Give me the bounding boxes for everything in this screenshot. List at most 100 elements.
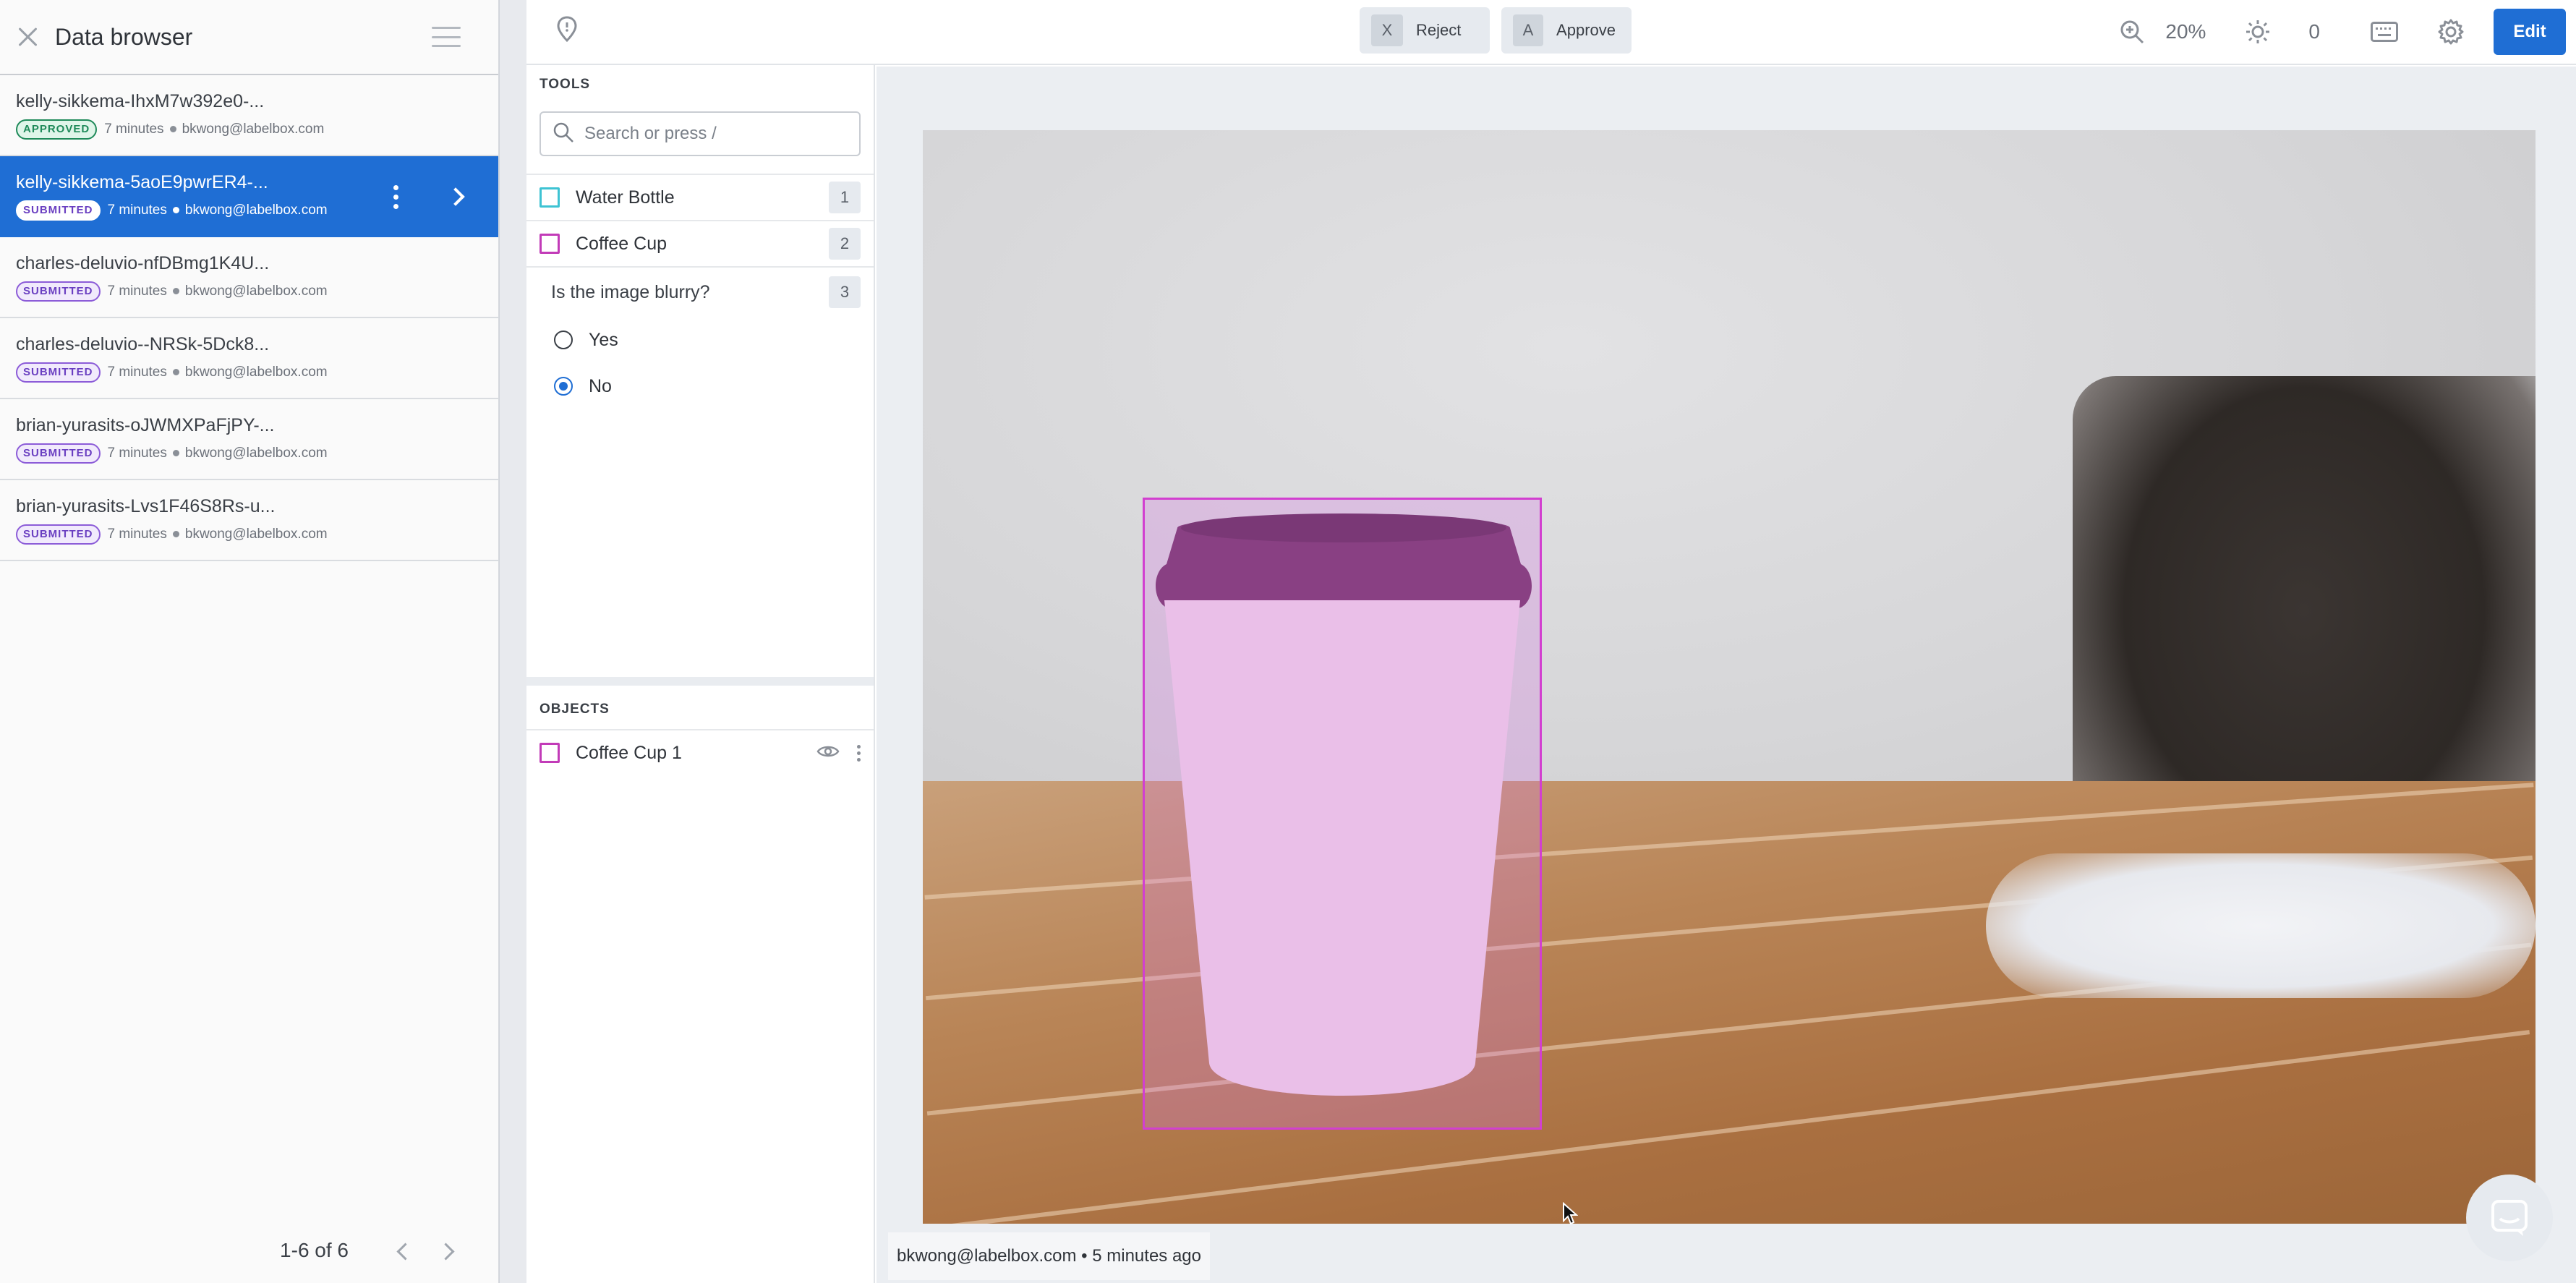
approve-button[interactable]: A Approve — [1501, 7, 1632, 54]
status-badge: SUBMITTED — [16, 443, 101, 464]
panel-divider — [526, 677, 874, 686]
eye-icon[interactable] — [816, 743, 840, 763]
row-time: 7 minutes — [107, 283, 167, 299]
list-item[interactable]: brian-yurasits-oJWMXPaFjPY-... SUBMITTED… — [0, 399, 498, 480]
row-time: 7 minutes — [104, 121, 164, 137]
tools-section-label: TOOLS — [539, 77, 591, 92]
sidebar-divider — [499, 0, 526, 1283]
approve-hotkey: A — [1513, 14, 1544, 46]
classification-question: Is the image blurry? 3 — [526, 266, 874, 317]
row-user: bkwong@labelbox.com — [184, 283, 328, 299]
tool-hotkey: 2 — [829, 228, 861, 260]
row-name: charles-deluvio--NRSk-5Dck8... — [16, 333, 270, 354]
keyboard-icon[interactable] — [2371, 22, 2398, 42]
search-input[interactable] — [584, 124, 845, 144]
image-canvas[interactable] — [877, 67, 2576, 1283]
row-name: kelly-sikkema-IhxM7w392e0-... — [16, 90, 265, 111]
row-user: bkwong@labelbox.com — [184, 364, 328, 380]
status-badge: SUBMITTED — [16, 200, 101, 221]
tool-search[interactable] — [539, 111, 861, 156]
separator-dot — [172, 207, 179, 213]
row-time: 7 minutes — [107, 202, 167, 218]
row-time: 7 minutes — [107, 364, 167, 380]
row-user: bkwong@labelbox.com — [184, 526, 328, 542]
reject-hotkey: X — [1371, 14, 1403, 46]
more-options-icon[interactable] — [393, 184, 398, 209]
chevron-right-icon[interactable] — [440, 1243, 454, 1258]
top-toolbar: X Reject A Approve 20% 0 Edit — [526, 0, 2576, 65]
status-badge: SUBMITTED — [16, 281, 101, 302]
row-user: bkwong@labelbox.com — [182, 121, 325, 137]
question-text: Is the image blurry? — [551, 281, 710, 302]
tools-panel: TOOLS Water Bottle 1 Coffee Cup 2 Is the… — [526, 65, 875, 1283]
status-badge: SUBMITTED — [16, 524, 101, 545]
question-hotkey: 3 — [829, 276, 861, 308]
status-badge: APPROVED — [16, 119, 98, 140]
separator-dot — [169, 126, 176, 132]
annotation-meta: bkwong@labelbox.com • 5 minutes ago — [888, 1232, 1210, 1280]
list-item-selected[interactable]: kelly-sikkema-5aoE9pwrER4-... SUBMITTED … — [0, 156, 498, 237]
bounding-box-coffee-cup-1[interactable] — [1143, 498, 1542, 1130]
chevron-right-icon[interactable] — [446, 187, 465, 206]
radio-button-checked[interactable] — [554, 377, 573, 396]
tool-color-swatch — [539, 187, 560, 208]
row-time: 7 minutes — [107, 526, 167, 542]
chat-support-icon[interactable] — [2466, 1175, 2553, 1261]
edit-button[interactable]: Edit — [2494, 9, 2566, 55]
more-options-icon[interactable] — [857, 744, 861, 762]
tool-color-swatch — [539, 234, 560, 254]
settings-gear-icon[interactable] — [2437, 18, 2465, 46]
image-blurred-cloth — [1986, 853, 2536, 998]
separator-dot — [172, 450, 179, 456]
labeled-image[interactable] — [923, 130, 2536, 1224]
object-item[interactable]: Coffee Cup 1 — [526, 729, 874, 775]
list-item[interactable]: brian-yurasits-Lvs1F46S8Rs-u... SUBMITTE… — [0, 480, 498, 561]
reject-button[interactable]: X Reject — [1360, 7, 1490, 54]
list-item[interactable]: kelly-sikkema-IhxM7w392e0-... APPROVED 7… — [0, 75, 498, 156]
status-badge: SUBMITTED — [16, 362, 101, 383]
data-browser-sidebar: Data browser kelly-sikkema-IhxM7w392e0-.… — [0, 0, 499, 1283]
brightness-value: 0 — [2308, 20, 2320, 43]
row-user: bkwong@labelbox.com — [184, 202, 328, 218]
row-name: brian-yurasits-Lvs1F46S8Rs-u... — [16, 495, 276, 516]
search-icon — [553, 122, 574, 147]
objects-section: OBJECTS Coffee Cup 1 — [526, 686, 874, 775]
tool-name: Coffee Cup — [576, 233, 668, 254]
zoom-in-icon[interactable] — [2119, 19, 2145, 45]
sidebar-title: Data browser — [55, 23, 193, 50]
separator-dot — [172, 369, 179, 375]
object-color-swatch — [539, 743, 560, 763]
radio-label: Yes — [589, 329, 618, 350]
pagination: 1-6 of 6 — [0, 1218, 499, 1283]
radio-option-no[interactable]: No — [526, 363, 874, 409]
radio-option-yes[interactable]: Yes — [526, 317, 874, 363]
object-name: Coffee Cup 1 — [576, 742, 682, 763]
list-item[interactable]: charles-deluvio-nfDBmg1K4U... SUBMITTED … — [0, 237, 498, 318]
location-pin-icon[interactable] — [557, 16, 577, 46]
zoom-level: 20% — [2165, 20, 2206, 43]
radio-label: No — [589, 375, 612, 396]
menu-icon[interactable] — [432, 27, 461, 47]
reject-label: Reject — [1416, 21, 1462, 39]
tool-name: Water Bottle — [576, 187, 675, 208]
row-time: 7 minutes — [107, 445, 167, 461]
separator-dot — [172, 531, 179, 537]
sidebar-header: Data browser — [0, 0, 498, 75]
radio-button[interactable] — [554, 331, 573, 349]
objects-section-label: OBJECTS — [539, 702, 610, 717]
tool-hotkey: 1 — [829, 182, 861, 213]
close-icon[interactable] — [16, 25, 40, 49]
pagination-text: 1-6 of 6 — [280, 1239, 349, 1261]
brightness-icon[interactable] — [2245, 19, 2271, 45]
row-name: brian-yurasits-oJWMXPaFjPY-... — [16, 414, 275, 435]
approve-label: Approve — [1556, 21, 1616, 39]
tool-coffee-cup[interactable]: Coffee Cup 2 — [526, 220, 874, 266]
chevron-left-icon[interactable] — [396, 1243, 411, 1258]
toolbar-right: 20% 0 Edit — [2119, 0, 2576, 64]
row-user: bkwong@labelbox.com — [184, 445, 328, 461]
row-name: charles-deluvio-nfDBmg1K4U... — [16, 252, 270, 273]
mouse-cursor-icon — [1562, 1201, 1579, 1229]
list-item[interactable]: charles-deluvio--NRSk-5Dck8... SUBMITTED… — [0, 318, 498, 399]
separator-dot — [172, 288, 179, 294]
tool-water-bottle[interactable]: Water Bottle 1 — [526, 174, 874, 220]
